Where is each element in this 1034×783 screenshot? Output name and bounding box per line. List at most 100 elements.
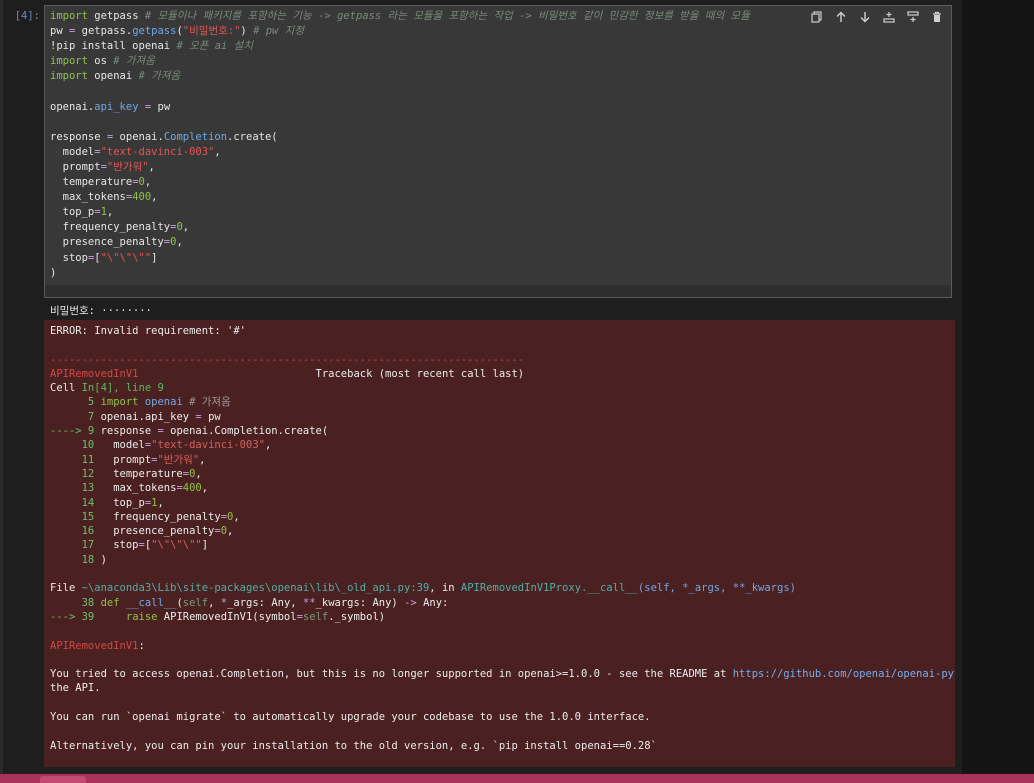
token: api_key (94, 100, 139, 113)
token: , (264, 439, 272, 452)
token: 400 (132, 191, 152, 204)
token: , (195, 467, 202, 480)
token: !pip install openai (50, 40, 177, 53)
error-line: 15 frequency_penalty=0, (50, 510, 955, 524)
move-down-icon[interactable] (857, 10, 873, 24)
error-line: APIRemovedInV1: (50, 639, 955, 653)
insert-below-icon[interactable] (905, 10, 921, 24)
token: ] (151, 251, 158, 264)
token: Completion (214, 425, 278, 438)
error-line (50, 753, 955, 767)
token: import (50, 70, 88, 83)
token: , (182, 221, 190, 234)
token: prompt (50, 160, 101, 173)
code-line: import openai # 가져옴 (50, 69, 750, 84)
code-line: top_p=1, (50, 205, 750, 220)
error-line: ---> 39 raise APIRemovedInV1(symbol=self… (50, 610, 955, 624)
error-line (50, 696, 955, 710)
token: https://github.com/openai/openai-python (732, 668, 955, 681)
code-line: max_tokens=400, (50, 190, 750, 205)
error-line (50, 653, 955, 667)
code-line: pw = getpass.getpass("비밀번호:") # pw 지정 (50, 24, 750, 39)
token: _args: Any, (227, 596, 303, 609)
code-cell[interactable]: import getpass # 모듈이나 패키지를 포함하는 기능 -> ge… (44, 5, 952, 298)
token: # 모듈이나 패키지를 포함하는 기능 -> getpass 라는 모듈을 포함… (144, 10, 750, 22)
status-tab[interactable] (40, 776, 86, 783)
error-line (50, 624, 955, 638)
error-line (50, 567, 955, 581)
token: ~\anaconda3\Lib\site-packages\openai\lib… (81, 582, 430, 595)
error-line: the API. (50, 681, 955, 695)
token: You tried to access openai.Completion, b… (50, 668, 733, 681)
token: ERROR: Invalid requirement: '#' (50, 325, 246, 337)
stdout-output: 비밀번호: ········ (50, 305, 152, 317)
token: openai (87, 70, 139, 83)
token: 11 (50, 453, 101, 466)
token: , (208, 596, 221, 609)
error-line (50, 724, 955, 738)
code-line: response = openai.Completion.create( (50, 130, 750, 145)
code-line: model="text-davinci-003", (50, 145, 750, 160)
token: Traceback (most recent call last) (138, 367, 525, 380)
token: self (302, 610, 329, 623)
token: ---> 39 (50, 610, 101, 623)
token: model (50, 145, 95, 158)
error-line: APIRemovedInV1 Traceback (most recent ca… (50, 367, 955, 381)
delete-icon[interactable] (929, 10, 945, 24)
move-up-icon[interactable] (833, 10, 849, 24)
token: "\"\"\"" (100, 251, 152, 264)
token: prompt (100, 453, 152, 466)
token: "text-davinci-003" (100, 145, 215, 158)
cell-toolbar (809, 10, 945, 24)
token: 10 (50, 439, 101, 452)
error-line: 10 model="text-davinci-003", (50, 438, 955, 452)
token: pw (151, 100, 171, 113)
error-line (50, 338, 955, 352)
error-line: 12 temperature=0, (50, 467, 955, 481)
code-line: stop=["\"\"\""] (50, 251, 750, 266)
error-line: 14 top_p=1, (50, 496, 955, 510)
error-line: 7 openai.api_key = pw (50, 410, 955, 424)
token: , in (429, 582, 461, 595)
token: import (100, 396, 139, 409)
token: Completion (163, 130, 228, 143)
token: 14 (50, 496, 101, 509)
token: # 가져옴 (113, 55, 155, 68)
stderr-output: ERROR: Invalid requirement: '#' ---------… (44, 320, 955, 767)
error-line: Cell In[4], line 9 (50, 381, 955, 395)
token: raise (125, 610, 158, 623)
token: : (138, 639, 145, 652)
token: import (50, 55, 88, 68)
token: , (151, 191, 158, 204)
token: Alternatively, you can pin your installa… (50, 739, 657, 752)
error-line: You tried to access openai.Completion, b… (50, 667, 955, 681)
token: import (50, 10, 88, 22)
code-line: prompt="반가워", (50, 160, 750, 175)
code-lines[interactable]: import getpass # 모듈이나 패키지를 포함하는 기능 -> ge… (50, 9, 750, 281)
token: (self, *_args, **_kwargs) (637, 582, 796, 595)
token: "비밀번호:" (182, 25, 241, 38)
token: Cell (50, 382, 82, 395)
token: ) (240, 25, 254, 38)
error-line: 16 presence_penalty=0, (50, 524, 955, 538)
right-panel (962, 0, 1034, 783)
token: top_p (50, 206, 95, 219)
error-line: ----------------------------------------… (50, 353, 955, 367)
token: In[4], line 9 (81, 382, 164, 395)
code-line: ) (50, 266, 750, 281)
code-line: openai.api_key = pw (50, 100, 750, 115)
copy-icon[interactable] (809, 10, 825, 24)
code-editor[interactable]: import getpass # 모듈이나 패키지를 포함하는 기능 -> ge… (45, 6, 951, 286)
token: openai (100, 410, 139, 423)
token: openai (144, 396, 183, 409)
token: 13 (50, 482, 101, 495)
insert-above-icon[interactable] (881, 10, 897, 24)
token: 18 (50, 553, 101, 566)
token: ----> 9 (50, 425, 101, 438)
token: openai. (50, 100, 95, 113)
token: "\"\"\"" (151, 539, 202, 552)
token: "반가워" (157, 453, 200, 466)
token: max_tokens (100, 482, 177, 495)
code-line: frequency_penalty=0, (50, 220, 750, 235)
